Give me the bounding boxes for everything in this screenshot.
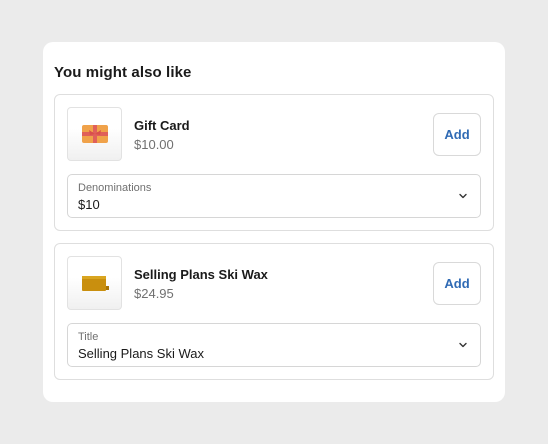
product-name: Selling Plans Ski Wax [134, 267, 268, 282]
denominations-select[interactable]: Denominations $10 [67, 174, 481, 218]
chevron-down-icon [459, 193, 467, 199]
select-label: Denominations [78, 182, 152, 194]
product-price: $24.95 [134, 286, 174, 301]
product-name: Gift Card [134, 118, 190, 133]
recommendations-panel: You might also like Gift Card $10.00 Add… [43, 42, 505, 402]
ski-wax-image [67, 256, 122, 310]
add-ski-wax-button[interactable]: Add [433, 262, 481, 305]
title-select[interactable]: Title Selling Plans Ski Wax [67, 323, 481, 367]
section-title: You might also like [54, 64, 192, 81]
add-gift-card-button[interactable]: Add [433, 113, 481, 156]
gift-card-image [67, 107, 122, 161]
select-label: Title [78, 331, 99, 343]
product-card-ski-wax: Selling Plans Ski Wax $24.95 Add Title S… [54, 243, 494, 380]
select-value: $10 [78, 197, 100, 212]
ski-wax-icon [81, 276, 109, 291]
gift-card-icon [81, 125, 108, 143]
product-price: $10.00 [134, 137, 174, 152]
product-card-gift-card: Gift Card $10.00 Add Denominations $10 [54, 94, 494, 231]
chevron-down-icon [459, 342, 467, 348]
select-value: Selling Plans Ski Wax [78, 346, 204, 361]
